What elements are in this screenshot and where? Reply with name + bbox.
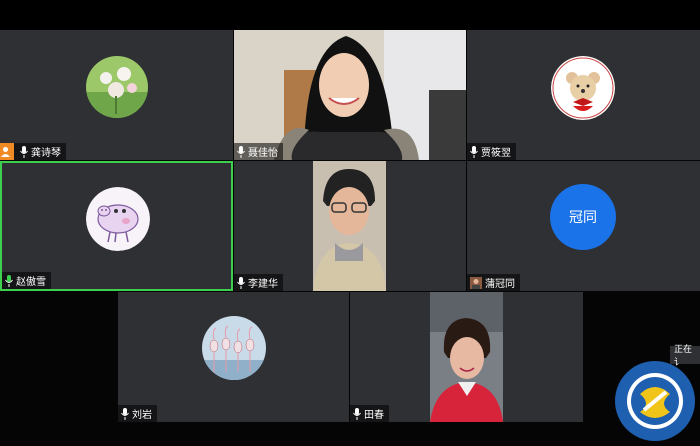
video-feed bbox=[430, 292, 503, 422]
participant-tile-5[interactable]: 李建华 bbox=[234, 161, 466, 291]
microphone-icon bbox=[470, 145, 478, 158]
participant-name: 龚诗琴 bbox=[31, 148, 61, 159]
microphone-icon bbox=[353, 407, 361, 420]
participant-name: 刘岩 bbox=[132, 410, 152, 421]
participant-name: 李建华 bbox=[248, 279, 278, 290]
school-logo bbox=[614, 360, 696, 442]
participant-name: 田春 bbox=[364, 410, 384, 421]
microphone-active-icon bbox=[5, 274, 13, 287]
participant-name: 蒲冠同 bbox=[485, 279, 515, 290]
name-tag: 田春 bbox=[350, 405, 389, 422]
avatar-teddy-bear bbox=[551, 56, 615, 120]
video-feed bbox=[313, 161, 386, 291]
avatar-flamingos bbox=[202, 316, 266, 380]
avatar-initials: 冠同 bbox=[550, 184, 616, 250]
participant-tile-6[interactable]: 冠同 蒲冠同 bbox=[467, 161, 700, 291]
participant-tile-7[interactable]: 刘岩 bbox=[118, 292, 349, 422]
avatar-peppa-pig bbox=[86, 187, 150, 251]
top-bar bbox=[0, 0, 700, 30]
avatar-text: 冠同 bbox=[569, 210, 597, 226]
participant-tile-3[interactable]: 贾筱翌 bbox=[467, 30, 700, 160]
name-tag: 刘岩 bbox=[118, 405, 157, 422]
video-feed bbox=[234, 30, 466, 160]
participant-name: 贾筱翌 bbox=[481, 148, 511, 159]
participant-tile-8[interactable]: 田春 bbox=[350, 292, 583, 422]
host-icon bbox=[0, 143, 14, 160]
name-tag: 蒲冠同 bbox=[467, 274, 520, 291]
participant-tile-2[interactable]: 聂佳怡 bbox=[234, 30, 466, 160]
microphone-icon bbox=[237, 276, 245, 289]
name-tag: 赵傲雪 bbox=[2, 272, 51, 289]
participant-tile-4-active-speaker[interactable]: 赵傲雪 bbox=[0, 161, 233, 291]
name-tag: 龚诗琴 bbox=[0, 143, 66, 160]
profile-photo-icon bbox=[470, 276, 482, 289]
name-tag: 贾筱翌 bbox=[467, 143, 516, 160]
microphone-icon bbox=[20, 145, 28, 158]
name-tag: 聂佳怡 bbox=[234, 143, 283, 160]
microphone-icon bbox=[121, 407, 129, 420]
name-tag: 李建华 bbox=[234, 274, 283, 291]
microphone-icon bbox=[237, 145, 245, 158]
participant-name: 聂佳怡 bbox=[248, 148, 278, 159]
participant-tile-1[interactable]: 龚诗琴 bbox=[0, 30, 233, 160]
participant-name: 赵傲雪 bbox=[16, 277, 46, 288]
avatar-flowers bbox=[86, 56, 148, 118]
